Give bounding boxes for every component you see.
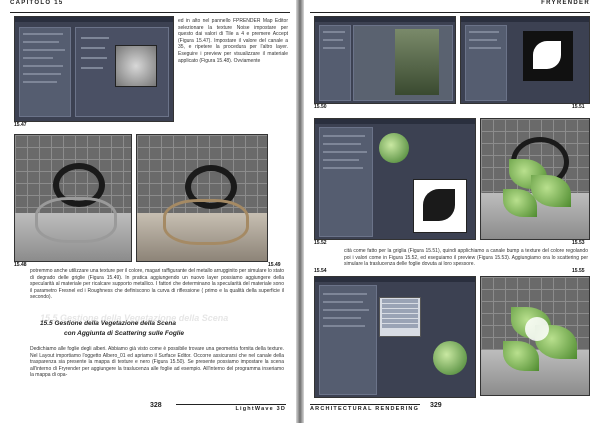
section-body-text: Dedichiamo alle foglie degli alberi. Abb…: [30, 346, 284, 379]
right-footer: Architectural Rendering: [310, 404, 420, 414]
right-footer-label: Architectural Rendering: [310, 406, 420, 412]
figure-15-52-caption: 15.52: [314, 240, 327, 246]
figure-15-55-caption: 15.55: [572, 268, 585, 274]
right-header: Fryrender: [310, 0, 590, 13]
figure-15-51-screenshot: [460, 16, 590, 104]
left-page: Capitolo 15 15.47 ed in alto nel pannell…: [0, 0, 296, 423]
figure-15-47-caption: 15.47: [14, 122, 27, 128]
figure-15-48-render: [14, 134, 132, 262]
figure-15-50-caption: 15.50: [314, 104, 327, 110]
left-body-text: potremmo anche utilizzare una texture pe…: [30, 268, 284, 301]
right-header-label: Fryrender: [541, 0, 590, 6]
left-footer: LightWave 3D: [176, 404, 286, 414]
section-title-line-2: con Aggiunta di Scattering sulle Foglie: [64, 330, 185, 337]
section-title-line-1: 15.5 Gestione della Vegetazione della Sc…: [40, 320, 176, 327]
right-page-number: 329: [430, 402, 442, 409]
figure-15-48-caption: 15.48: [14, 262, 27, 268]
right-body-text: cità come fatto per la griglia (Figura 1…: [344, 248, 588, 268]
figure-15-52-screenshot: [314, 118, 476, 240]
figure-15-47-screenshot: [14, 16, 174, 122]
left-header: Capitolo 15: [10, 0, 290, 13]
figure-15-49-render: [136, 134, 268, 262]
figure-15-53-render: [480, 118, 590, 240]
left-footer-label: LightWave 3D: [235, 406, 286, 412]
left-header-label: Capitolo 15: [10, 0, 64, 6]
figure-15-54-caption: 15.54: [314, 268, 327, 274]
right-page: Fryrender 15.50 15.51 15.52: [304, 0, 600, 423]
book-spine: [296, 0, 304, 423]
figure-15-53-caption: 15.53: [572, 240, 585, 246]
figure-15-54-screenshot: [314, 276, 476, 398]
figure-15-55-render: [480, 276, 590, 396]
figure-15-51-caption: 15.51: [572, 104, 585, 110]
left-page-number: 328: [150, 402, 162, 409]
figure-15-50-screenshot: [314, 16, 456, 104]
left-column-text: ed in alto nel pannello FPRENDER Map Edi…: [178, 18, 288, 64]
